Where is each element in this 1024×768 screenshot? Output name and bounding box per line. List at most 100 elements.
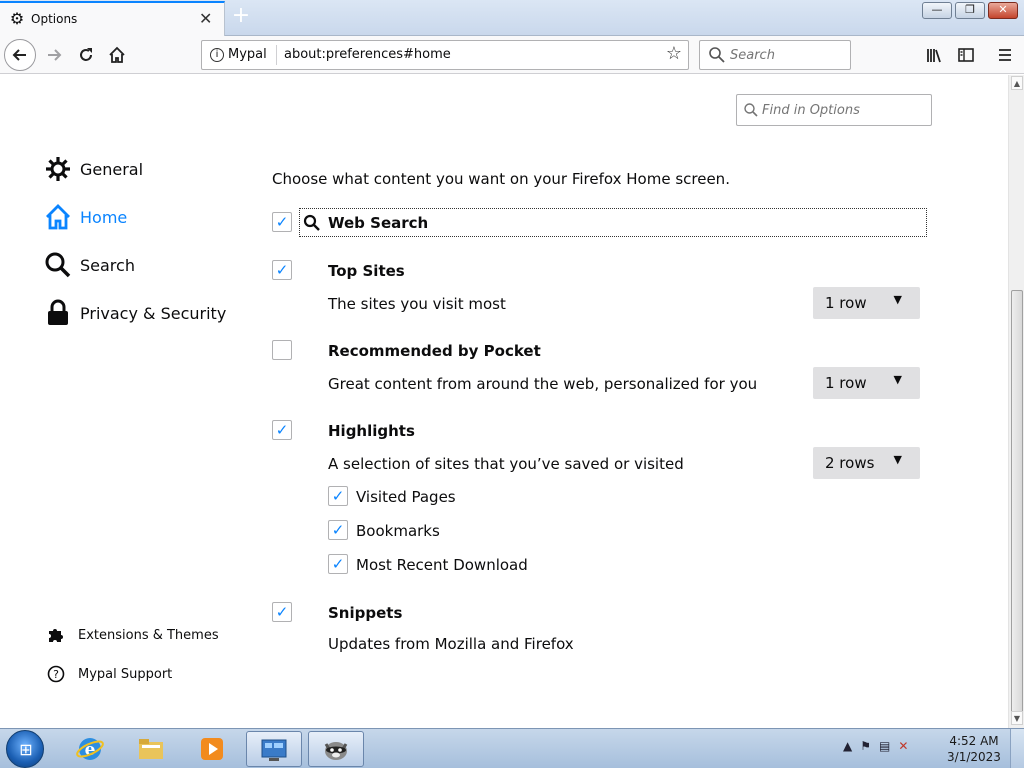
sidebar-item-label: General <box>80 159 144 179</box>
highlights-checkbox[interactable]: ✓ <box>272 420 292 440</box>
show-hidden-icons-icon[interactable]: ▲ <box>843 739 852 753</box>
sidebar-icon <box>958 48 974 62</box>
web-search-title: Web Search <box>328 214 429 232</box>
new-tab-button[interactable]: + <box>229 4 253 30</box>
search-icon <box>45 252 71 278</box>
scroll-up-arrow-icon[interactable]: ▲ <box>1011 76 1023 90</box>
bookmarks-checkbox[interactable]: ✓ <box>328 520 348 540</box>
preferences-page: General Home Search Privacy & Security E… <box>0 75 1008 728</box>
find-input[interactable] <box>762 102 927 118</box>
show-desktop-button[interactable] <box>1010 729 1024 768</box>
search-input[interactable] <box>730 46 845 64</box>
sidebar-item-privacy[interactable]: Privacy & Security <box>44 298 226 328</box>
tab-close-icon[interactable]: ✕ <box>199 10 212 28</box>
pocket-checkbox[interactable] <box>272 340 292 360</box>
scroll-thumb[interactable] <box>1011 290 1023 718</box>
snippets-checkbox[interactable]: ✓ <box>272 602 292 622</box>
taskbar-control-panel[interactable] <box>246 731 302 767</box>
top-sites-rows-select[interactable]: 1 row ▼ <box>813 287 920 319</box>
volume-muted-icon[interactable]: ✕ <box>898 739 908 753</box>
highlights-desc: A selection of sites that you’ve saved o… <box>328 455 684 473</box>
url-text[interactable]: about:preferences#home <box>284 47 451 62</box>
menu-button[interactable] <box>989 39 1021 71</box>
hamburger-menu-icon <box>999 49 1011 61</box>
chevron-down-icon: ▼ <box>893 373 902 386</box>
search-icon <box>303 214 320 231</box>
internet-explorer-icon: e <box>76 738 104 760</box>
reload-button[interactable] <box>70 39 102 71</box>
start-button[interactable]: ⊞ <box>6 730 44 768</box>
select-value: 2 rows <box>825 454 875 472</box>
gear-icon <box>46 157 70 181</box>
recent-download-checkbox[interactable]: ✓ <box>328 554 348 574</box>
arrow-right-icon <box>48 49 62 61</box>
snippets-desc: Updates from Mozilla and Firefox <box>328 635 574 653</box>
top-sites-desc: The sites you visit most <box>328 295 506 313</box>
home-button[interactable] <box>101 39 133 71</box>
pocket-title: Recommended by Pocket <box>328 342 541 360</box>
search-icon <box>744 103 758 117</box>
lock-icon <box>48 299 68 325</box>
snippets-title: Snippets <box>328 604 403 622</box>
identity-box[interactable]: i Mypal <box>210 47 267 62</box>
highlights-rows-select[interactable]: 2 rows ▼ <box>813 447 920 479</box>
scroll-down-arrow-icon[interactable]: ▼ <box>1011 711 1023 725</box>
bookmark-star-icon[interactable]: ☆ <box>666 44 682 64</box>
svg-text:?: ? <box>53 668 59 681</box>
gear-icon: ⚙ <box>9 9 25 28</box>
top-sites-checkbox[interactable]: ✓ <box>272 260 292 280</box>
library-icon <box>927 49 941 63</box>
arrow-left-icon <box>12 49 26 61</box>
network-icon[interactable]: ▤ <box>879 739 890 753</box>
page-intro: Choose what content you want on your Fir… <box>272 170 730 188</box>
minimize-button[interactable]: — <box>922 2 952 19</box>
taskbar-internet-explorer[interactable]: e <box>62 731 118 767</box>
taskbar: ⊞ e ▲ ⚑ ▤ ✕ 4:52 AM 3/1/2023 <box>0 728 1024 768</box>
top-sites-title: Top Sites <box>328 262 405 280</box>
library-button[interactable] <box>918 39 950 71</box>
taskbar-clock[interactable]: 4:52 AM 3/1/2023 <box>944 733 1004 765</box>
sidebar-item-search[interactable]: Search <box>44 250 135 280</box>
clock-date: 3/1/2023 <box>947 750 1001 764</box>
taskbar-file-explorer[interactable] <box>123 731 179 767</box>
sidebar-item-general[interactable]: General <box>44 154 143 184</box>
page-scrollbar[interactable]: ▲ ▼ <box>1008 75 1024 728</box>
action-center-flag-icon[interactable]: ⚑ <box>860 739 871 753</box>
web-search-row[interactable]: Web Search <box>299 208 927 237</box>
taskbar-media-player[interactable] <box>184 731 240 767</box>
address-bar[interactable]: i Mypal about:preferences#home ☆ <box>201 40 689 70</box>
extensions-themes-link[interactable]: Extensions & Themes <box>46 625 219 645</box>
bookmarks-label: Bookmarks <box>356 522 440 540</box>
forward-button[interactable] <box>38 39 70 71</box>
web-search-checkbox[interactable]: ✓ <box>272 212 292 232</box>
support-link[interactable]: ? Mypal Support <box>46 664 172 684</box>
search-icon <box>709 47 725 63</box>
mypal-raccoon-icon <box>324 742 348 760</box>
puzzle-icon <box>49 629 63 642</box>
maximize-button[interactable]: ❐ <box>955 2 985 19</box>
select-value: 1 row <box>825 374 867 392</box>
support-label: Mypal Support <box>78 666 173 682</box>
tab-options[interactable]: ⚙ Options ✕ <box>0 1 225 36</box>
visited-pages-checkbox[interactable]: ✓ <box>328 486 348 506</box>
find-in-options[interactable] <box>736 94 932 126</box>
system-tray: ▲ ⚑ ▤ ✕ <box>843 739 908 753</box>
pocket-rows-select[interactable]: 1 row ▼ <box>813 367 920 399</box>
sidebar-button[interactable] <box>950 39 982 71</box>
recent-download-label: Most Recent Download <box>356 556 528 574</box>
home-icon <box>109 46 125 63</box>
sidebar-item-home[interactable]: Home <box>44 202 127 232</box>
back-button[interactable] <box>4 39 36 71</box>
window-controls: — ❐ ✕ <box>922 2 1018 19</box>
info-icon: i <box>210 47 224 62</box>
tab-title: Options <box>31 12 78 26</box>
chevron-down-icon: ▼ <box>893 453 902 466</box>
close-button[interactable]: ✕ <box>988 2 1018 19</box>
title-bar: ⚙ Options ✕ + — ❐ ✕ <box>0 0 1024 36</box>
search-bar[interactable] <box>699 40 851 70</box>
sidebar-item-label: Home <box>80 207 128 227</box>
sidebar-item-label: Search <box>80 255 135 275</box>
chevron-down-icon: ▼ <box>893 293 902 306</box>
extensions-themes-label: Extensions & Themes <box>78 627 219 643</box>
taskbar-mypal-browser[interactable] <box>308 731 364 767</box>
